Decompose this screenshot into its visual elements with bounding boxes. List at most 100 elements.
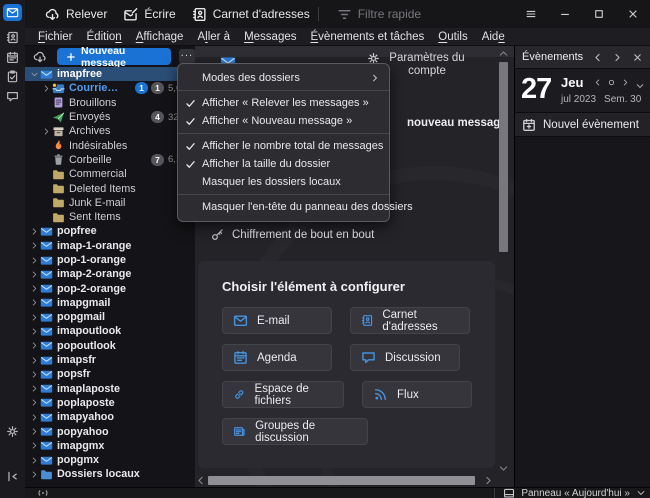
app-menu-button[interactable]	[514, 1, 548, 27]
sent-icon	[52, 112, 65, 123]
write-button[interactable]: Écrire	[115, 3, 183, 26]
maximize-button[interactable]	[582, 1, 616, 27]
events-prev-button[interactable]	[592, 52, 603, 63]
folder-row-popsfr[interactable]: popsfr	[25, 367, 195, 381]
menu-item-afficher-relever-les-messages-[interactable]: Afficher « Relever les messages »	[178, 94, 389, 112]
menu--v-nements-et-t-ches[interactable]: Évènements et tâches	[304, 30, 432, 44]
space-tasks-button[interactable]	[3, 68, 22, 85]
check-icon	[186, 142, 195, 150]
prev-day-button[interactable]	[593, 78, 602, 87]
folder-row-brouillons[interactable]: Brouillons	[25, 96, 195, 110]
address-book-button[interactable]: Carnet d'adresses	[184, 3, 318, 26]
vertical-scrollbar[interactable]	[497, 48, 510, 474]
space-mail-button[interactable]	[3, 4, 22, 21]
folder-row-popfree[interactable]: popfree	[25, 224, 195, 238]
menu-messages[interactable]: Messages	[237, 30, 303, 44]
total-count-badge: 7	[151, 153, 164, 166]
folder-row-archives[interactable]: Archives	[25, 124, 195, 138]
events-next-button[interactable]	[612, 52, 623, 63]
menu-item-modes-des-dossiers[interactable]: Modes des dossiers	[178, 69, 389, 87]
scrollbar-thumb[interactable]	[499, 62, 508, 252]
folder-row-popoutlook[interactable]: popoutlook	[25, 339, 195, 353]
menu-item-afficher-le-nombre-total-de-messages[interactable]: Afficher le nombre total de messages	[178, 137, 389, 155]
folder-name: Archives	[69, 125, 111, 138]
folder-row-imapyahoo[interactable]: imapyahoo	[25, 410, 195, 424]
configure-espace-de-fichiers-button[interactable]: Espace de fichiers	[222, 381, 344, 408]
folder-row-imapoutlook[interactable]: imapoutlook	[25, 324, 195, 338]
folder-name: pop-1-orange	[57, 254, 126, 266]
get-messages-button[interactable]: Relever	[37, 3, 115, 26]
events-close-button[interactable]	[632, 52, 643, 63]
space-calendar-button[interactable]	[3, 49, 22, 66]
today-button[interactable]	[607, 78, 616, 87]
folder-row-imaplaposte[interactable]: imaplaposte	[25, 382, 195, 396]
folder-row-imap-2-orange[interactable]: imap-2-orange	[25, 267, 195, 281]
account-mail-icon	[40, 270, 53, 279]
folder-row-popyahoo[interactable]: popyahoo	[25, 424, 195, 438]
folder-row-sent-items[interactable]: Sent Items	[25, 210, 195, 224]
folder-row-imapgmail[interactable]: imapgmail	[25, 296, 195, 310]
next-day-button[interactable]	[621, 78, 630, 87]
configure-agenda-button[interactable]: Agenda	[222, 344, 332, 371]
folder-row-imapfree[interactable]: imapfree	[25, 67, 195, 82]
get-messages-button[interactable]	[33, 50, 47, 64]
folder-row-courrie-[interactable]: Courrie… 1 1 5,6	[25, 81, 195, 95]
folder-row-pop-2-orange[interactable]: pop-2-orange	[25, 281, 195, 295]
chevron-down-icon	[31, 72, 37, 76]
scrollbar-thumb[interactable]	[208, 476, 475, 485]
folder-pane-options-button[interactable]: ···	[178, 49, 195, 64]
chevron-down-icon	[636, 84, 644, 88]
menu-item-masquer-les-dossiers-locaux[interactable]: Masquer les dossiers locaux	[178, 173, 389, 191]
folder-row-dossiers-locaux[interactable]: Dossiers locaux	[25, 467, 195, 481]
junk-flame-icon	[55, 140, 62, 150]
folder-row-junk-e-mail[interactable]: Junk E-mail	[25, 196, 195, 210]
spaces-settings-button[interactable]	[3, 423, 22, 440]
minimize-icon	[561, 13, 569, 15]
spaces-collapse-button[interactable]	[3, 468, 22, 485]
minimize-button[interactable]	[548, 1, 582, 27]
chevron-right-icon	[32, 342, 36, 349]
network-status-icon	[37, 488, 49, 498]
menu-item-afficher-la-taille-du-dossier[interactable]: Afficher la taille du dossier	[178, 155, 389, 173]
folder-row-ind-sirables[interactable]: Indésirables	[25, 138, 195, 152]
close-button[interactable]	[616, 1, 650, 27]
configure-flux-button[interactable]: Flux	[362, 381, 472, 408]
configure-carnet-d-adresses-button[interactable]: Carnet d'adresses	[350, 307, 470, 334]
configure-e-mail-button[interactable]: E-mail	[222, 307, 332, 334]
today-pane-toggle[interactable]: Panneau « Aujourd'hui »	[494, 488, 650, 498]
menu-affichage[interactable]: Affichage	[129, 30, 191, 44]
configure-groupes-de-discussion-button[interactable]: Groupes de discussion	[222, 418, 368, 445]
minimonth-expand-button[interactable]	[635, 81, 645, 91]
folder-row-popgmx[interactable]: popgmx	[25, 453, 195, 467]
menu-item-afficher-nouveau-message-[interactable]: Afficher « Nouveau message »	[178, 112, 389, 130]
folder-name: popgmail	[57, 311, 105, 324]
configure-discussion-button[interactable]: Discussion	[350, 344, 460, 371]
menu--dition[interactable]: Édition	[80, 30, 129, 44]
horizontal-scrollbar[interactable]	[195, 474, 496, 487]
menu-aide[interactable]: Aide	[475, 30, 512, 44]
folder-tree: imapfreeCourrie…115,6BrouillonsEnvoyés43…	[25, 67, 195, 482]
folder-row-imapgmx[interactable]: imapgmx	[25, 439, 195, 453]
folder-row-imapsfr[interactable]: imapsfr	[25, 353, 195, 367]
menu-item-masquer-l-en-t-te-du-panneau-des-dossier[interactable]: Masquer l'en-tête du panneau des dossier…	[178, 198, 413, 216]
write-icon	[124, 7, 138, 21]
new-event-button[interactable]: Nouvel évènement	[515, 113, 650, 137]
menu-outils[interactable]: Outils	[431, 30, 474, 44]
folder-row-corbeille[interactable]: Corbeille 7 6,1	[25, 153, 195, 167]
folder-row-envoy-s[interactable]: Envoyés432,5	[25, 110, 195, 124]
space-address-book-button[interactable]	[3, 29, 22, 46]
new-message-link-fragment[interactable]: nouveau message	[407, 117, 507, 129]
folder-name: popfree	[57, 225, 97, 238]
menu-aller-[interactable]: Aller à	[190, 30, 237, 44]
end-to-end-encryption-link[interactable]: Chiffrement de bout en bout	[211, 228, 374, 241]
folder-row-poplaposte[interactable]: poplaposte	[25, 396, 195, 410]
menu-fichier[interactable]: Fichier	[31, 30, 80, 44]
today-pane-icon	[504, 488, 515, 498]
folder-row-imap-1-orange[interactable]: imap-1-orange	[25, 239, 195, 253]
folder-row-commercial[interactable]: Commercial	[25, 167, 195, 181]
folder-row-pop-1-orange[interactable]: pop-1-orange	[25, 253, 195, 267]
space-chat-button[interactable]	[3, 88, 22, 105]
folder-row-popgmail[interactable]: popgmail	[25, 310, 195, 324]
folder-row-deleted-items[interactable]: Deleted Items	[25, 181, 195, 195]
new-message-button[interactable]: Nouveau message	[57, 46, 171, 69]
